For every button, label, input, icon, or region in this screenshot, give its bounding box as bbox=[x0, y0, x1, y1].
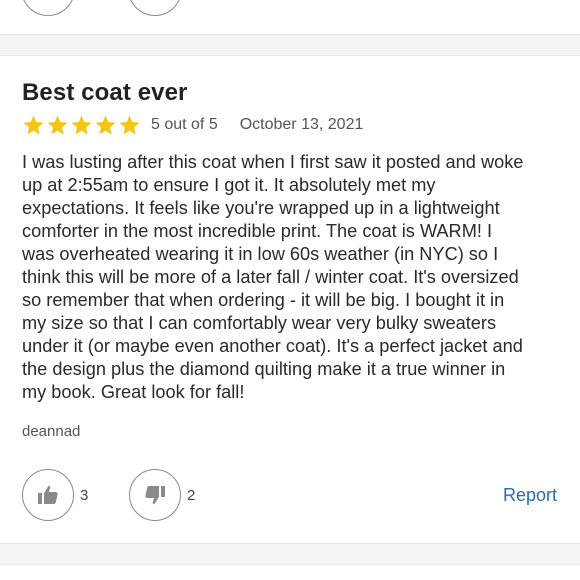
star-icon bbox=[23, 115, 44, 134]
star-icon bbox=[95, 115, 116, 134]
review-card: Best coat ever 5 out of 5 October 13, 20… bbox=[0, 56, 580, 543]
next-review-card bbox=[0, 565, 580, 580]
review-author: deannad bbox=[22, 423, 81, 440]
review-divider-bottom bbox=[0, 543, 580, 565]
review-divider bbox=[0, 34, 580, 56]
helpful-count: 3 bbox=[80, 486, 89, 504]
unhelpful-count: 2 bbox=[187, 486, 196, 504]
review-body: I was lusting after this coat when I fir… bbox=[22, 152, 524, 402]
review-page: Best coat ever 5 out of 5 October 13, 20… bbox=[0, 0, 580, 580]
star-icon bbox=[47, 115, 68, 134]
unhelpful-vote: 2 bbox=[129, 469, 195, 521]
unhelpful-button[interactable] bbox=[129, 469, 181, 521]
thumbs-up-icon bbox=[38, 485, 58, 504]
star-rating bbox=[22, 114, 141, 137]
report-link[interactable]: Report bbox=[503, 485, 557, 506]
helpful-vote: 3 bbox=[22, 469, 88, 521]
rating-row: 5 out of 5 October 13, 2021 bbox=[22, 113, 363, 137]
review-date: October 13, 2021 bbox=[239, 116, 364, 133]
star-icon bbox=[119, 115, 140, 134]
rating-text: 5 out of 5 bbox=[151, 116, 218, 133]
previous-helpful-button[interactable] bbox=[21, 0, 75, 16]
review-title: Best coat ever bbox=[22, 79, 188, 106]
previous-review-card bbox=[0, 0, 580, 34]
previous-unhelpful-button[interactable] bbox=[128, 0, 182, 16]
thumbs-down-icon bbox=[145, 486, 165, 505]
star-icon bbox=[71, 115, 92, 134]
helpful-button[interactable] bbox=[22, 469, 74, 521]
